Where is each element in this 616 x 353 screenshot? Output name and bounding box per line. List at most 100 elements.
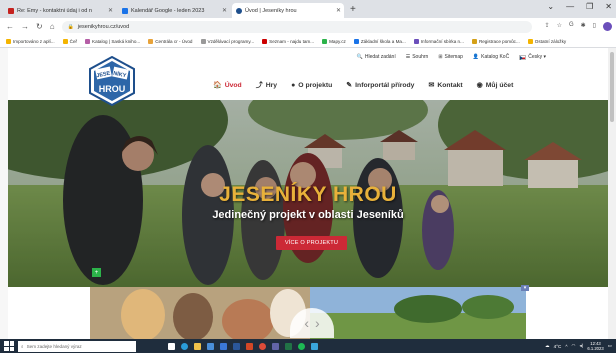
screen: Re: Emy - kontaktni údaj i od n ✕ Kalend…	[0, 0, 616, 353]
taskbar-search[interactable]: ⌕ Sem zadejte hledaný výraz	[18, 340, 136, 352]
task-view-icon[interactable]	[168, 342, 175, 350]
wifi-icon[interactable]: ◠	[571, 343, 575, 349]
share-icon[interactable]: ⇪	[545, 22, 550, 31]
page-scrollbar[interactable]	[608, 48, 616, 339]
bookmark-item[interactable]: Vzdělávací programy...	[200, 38, 255, 44]
maximize-button[interactable]: ❐	[586, 2, 593, 11]
more-about-project-button[interactable]: VÍCE O PROJEKTU	[276, 236, 347, 250]
system-tray: ☁ 4°C ^ ◠ ◂) 12:43 6.1.2023 ▭	[545, 341, 612, 352]
url-text[interactable]: jesenikyhrou.cz/uvod	[78, 24, 129, 30]
weather-icon[interactable]: ☁	[545, 343, 550, 349]
new-tab-button[interactable]: +	[350, 3, 356, 18]
bookmark-icon	[262, 38, 268, 44]
bookmark-item[interactable]: Importováno z aplí...	[6, 38, 55, 44]
nav-about[interactable]: ● O projektu	[291, 80, 332, 90]
bookmark-label: Ostatní záložky	[534, 38, 567, 44]
site-logo[interactable]: JESE NÍKY HROU	[87, 56, 137, 106]
bookmark-label: Informační sbírka n...	[420, 38, 464, 44]
clock[interactable]: 12:43 6.1.2023	[587, 341, 603, 352]
address-bar[interactable]: 🔒 jesenikyhrou.cz/uvod	[61, 20, 532, 33]
spotify-icon[interactable]	[298, 342, 305, 350]
bookmark-label: Vzdělávací programy...	[207, 38, 255, 44]
bookmark-icon	[148, 38, 154, 44]
bookmark-label: Mapy.cz	[329, 38, 346, 44]
slider-next-button[interactable]: ›	[315, 315, 320, 331]
chevron-down-icon[interactable]: ▾	[521, 285, 529, 291]
bookmark-item[interactable]: Informační sbírka n...	[413, 38, 464, 44]
clock-date: 6.1.2023	[587, 346, 604, 351]
edge-icon[interactable]	[181, 342, 188, 350]
bookmark-item[interactable]: Ostatní záložky	[527, 38, 567, 44]
store-icon[interactable]	[207, 342, 214, 350]
bookmark-item[interactable]: Seznam - najdu tam...	[262, 38, 315, 44]
extensions-area: ⇪ ☆ G ✱ ▯ ⋮	[545, 22, 616, 31]
profile-avatar[interactable]	[602, 22, 612, 31]
browser-tab-email[interactable]: Re: Emy - kontaktni údaj i od n ✕	[4, 3, 116, 18]
notifications-icon[interactable]: ▭	[608, 343, 612, 349]
calendar-icon	[122, 7, 128, 14]
puzzle-icon[interactable]: ✱	[581, 22, 586, 31]
user-icon: 👤	[472, 54, 480, 60]
bookmark-item[interactable]: Registrace pomůc...	[471, 38, 520, 44]
volume-icon[interactable]: ◂)	[580, 343, 584, 349]
nav-home[interactable]: 🏠 Úvod	[213, 80, 242, 90]
nav-contact[interactable]: ✉ Kontakt	[428, 80, 462, 90]
bookmark-label: Seznam - najdu tam...	[269, 38, 315, 44]
tab-label: Úvod | Jeseníky hrou	[245, 7, 297, 14]
plus-icon[interactable]: +	[92, 268, 101, 277]
chrome-icon[interactable]	[259, 342, 266, 350]
chevron-up-icon[interactable]: ^	[565, 344, 567, 349]
lock-icon[interactable]: 🔒	[68, 24, 74, 30]
share-arrow-icon: ⤴	[255, 82, 263, 89]
bookmark-item[interactable]: Čeř	[62, 38, 77, 44]
powerpoint-icon[interactable]	[246, 342, 253, 350]
star-icon[interactable]: ☆	[557, 22, 562, 31]
minimize-button[interactable]: —	[566, 2, 574, 11]
sidepanel-icon[interactable]: ▯	[593, 22, 596, 31]
browser-tab-active[interactable]: Úvod | Jeseníky hrou ✕	[232, 3, 344, 18]
language-selector[interactable]: Česky ▾	[519, 54, 546, 60]
bookmark-icon	[62, 38, 68, 44]
bookmark-label: Katalog | Saská kniho...	[92, 38, 141, 44]
teams-icon[interactable]	[272, 342, 279, 350]
excel-icon[interactable]	[285, 342, 292, 350]
scrollbar-thumb[interactable]	[610, 52, 614, 122]
nav-account[interactable]: ◉ Můj účet	[477, 80, 514, 90]
nav-games[interactable]: ⤴ Hry	[256, 80, 277, 90]
close-icon[interactable]: ✕	[336, 7, 341, 14]
home-icon[interactable]: ⌂	[50, 22, 55, 31]
utility-summary[interactable]: ☰ Souhrn	[406, 54, 429, 60]
weather-temp[interactable]: 4°C	[554, 344, 562, 349]
word-icon[interactable]	[233, 342, 240, 350]
taskbar-apps	[168, 342, 318, 350]
utility-catalog[interactable]: 👤 Katalog KoČ	[473, 54, 509, 60]
tab-search-icon[interactable]: ⌄	[547, 2, 554, 11]
close-icon[interactable]: ✕	[222, 7, 227, 14]
slider-prev-button[interactable]: ‹	[304, 315, 309, 331]
bookmark-item[interactable]: Mapy.cz	[322, 38, 346, 44]
main-nav: 🏠 Úvod ⤴ Hry ● O projektu ✎ Inforportál přír…	[213, 80, 513, 90]
site-favicon-icon	[236, 7, 242, 14]
forward-icon[interactable]: →	[21, 22, 29, 31]
mail-icon[interactable]	[220, 342, 227, 350]
bookmark-label: Centrála cr - Úvod	[155, 38, 193, 44]
back-icon[interactable]: ←	[6, 22, 14, 31]
app-icon[interactable]	[311, 342, 318, 350]
hero-subtitle: Jedinečný projekt v oblasti Jeseníků	[212, 209, 404, 221]
bookmarks-bar: Importováno z aplí... Čeř Katalog | Saská …	[0, 35, 616, 48]
bookmark-icon	[471, 38, 477, 44]
bookmark-item[interactable]: Katalog | Saská kniho...	[85, 38, 141, 44]
bookmark-item[interactable]: Základní škola a Ma...	[353, 38, 406, 44]
close-icon[interactable]: ✕	[108, 7, 113, 14]
nav-infoportal[interactable]: ✎ Inforportál přírody	[346, 80, 414, 90]
windows-start-icon[interactable]	[4, 341, 14, 351]
browser-tab-calendar[interactable]: Kalendář Google - leden 2023 ✕	[118, 3, 230, 18]
web-page: 🔍 Hledat zadání ☰ Souhrn ⊞ Sitemap 👤 Katalog…	[8, 48, 608, 339]
close-window-button[interactable]: ✕	[605, 2, 612, 11]
explorer-icon[interactable]	[194, 342, 201, 350]
extension-icon[interactable]: G	[569, 22, 574, 31]
utility-sitemap[interactable]: ⊞ Sitemap	[438, 54, 463, 60]
bookmark-item[interactable]: Centrála cr - Úvod	[148, 38, 193, 44]
reload-icon[interactable]: ↻	[36, 22, 43, 31]
utility-search[interactable]: 🔍 Hledat zadání	[357, 54, 396, 60]
